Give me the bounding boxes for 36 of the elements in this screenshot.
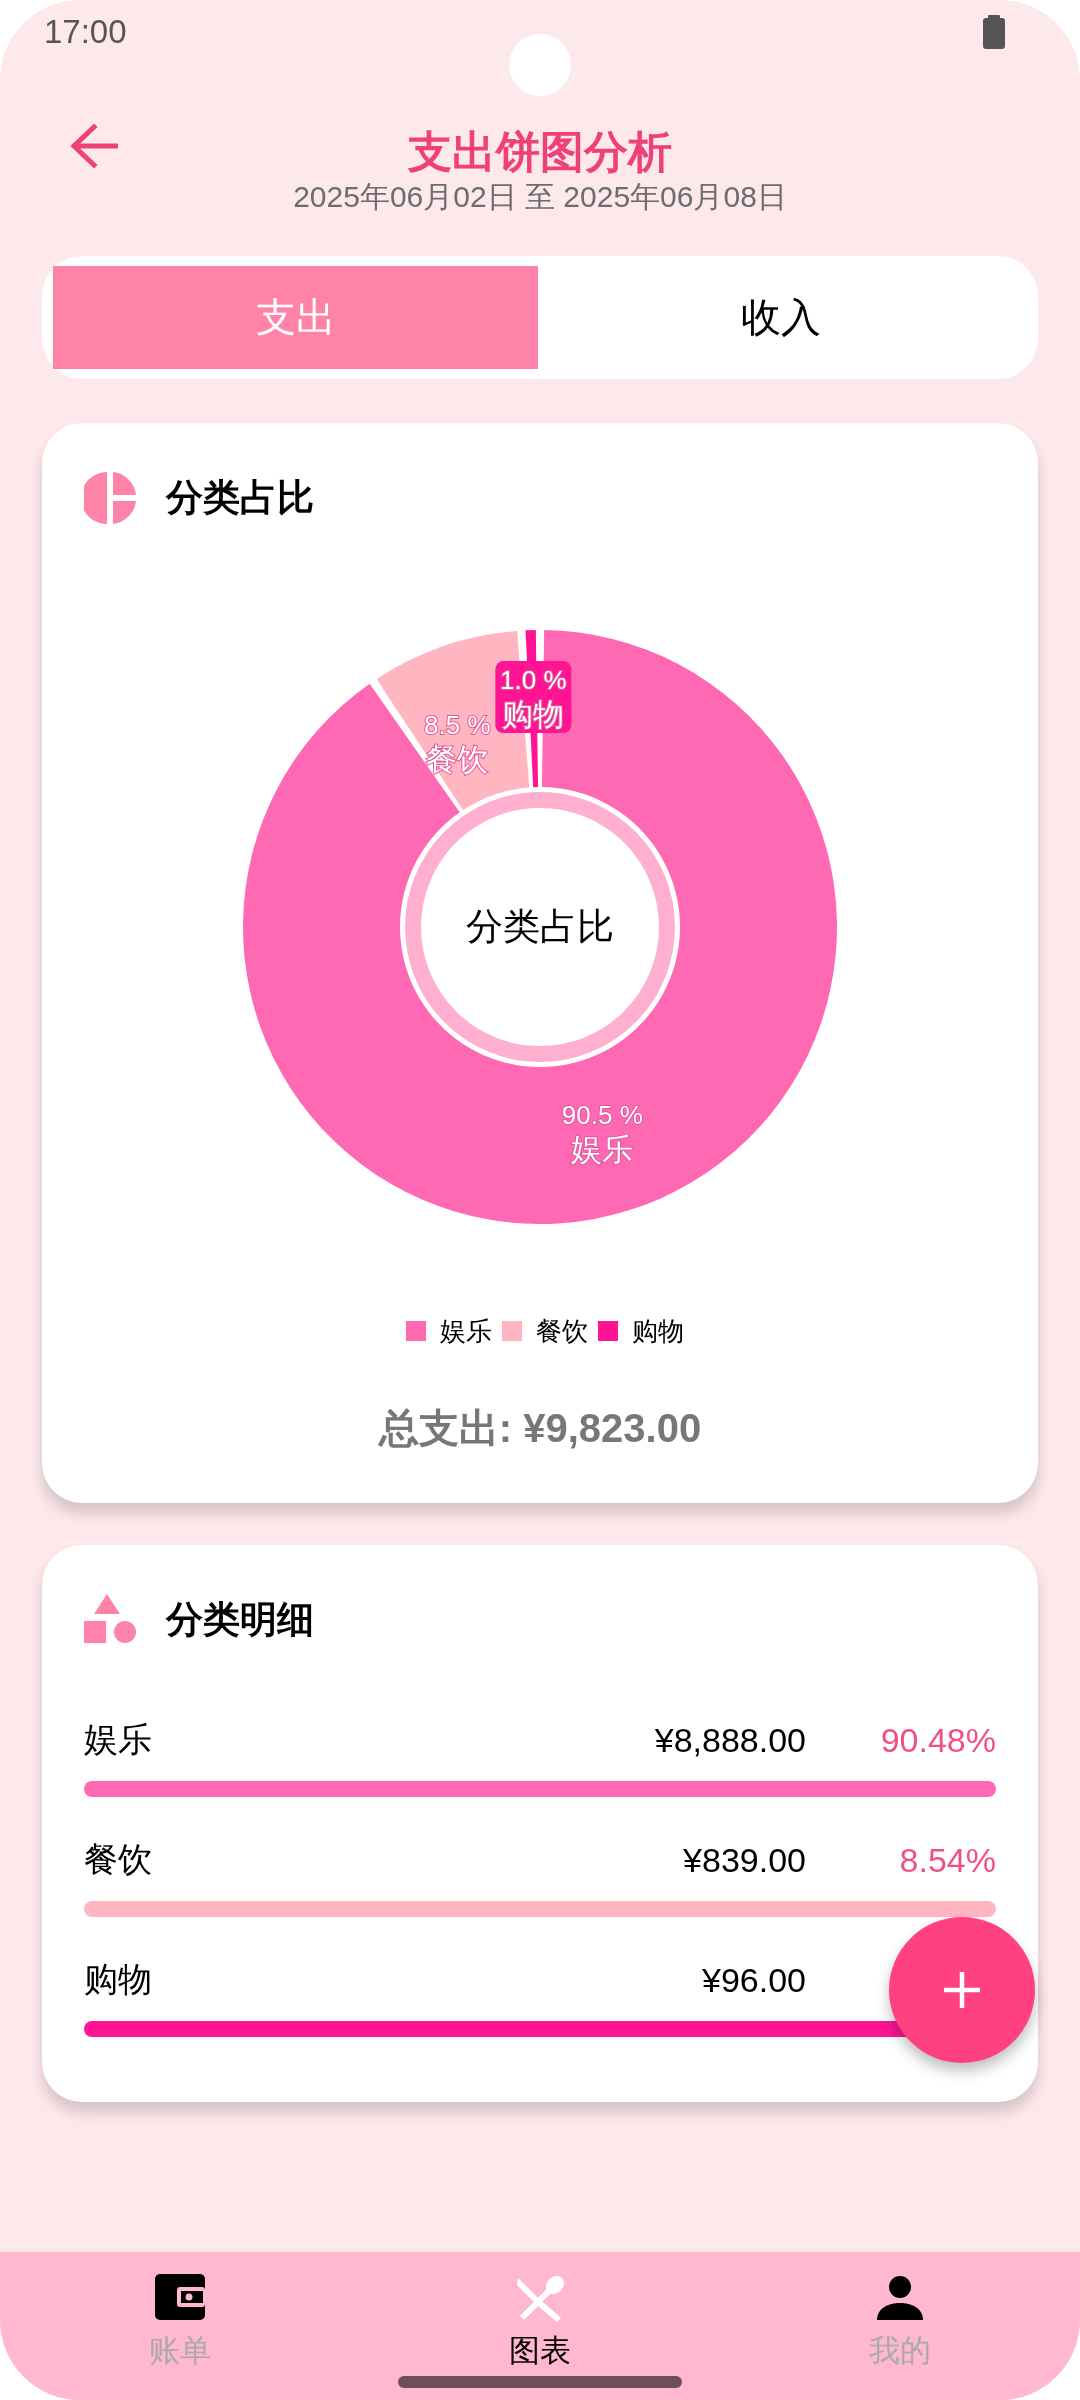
- slice-label: 娱乐: [571, 1130, 634, 1167]
- slice-percent: 8.5 %: [424, 710, 491, 741]
- category-percent: 90.48%: [879, 1720, 996, 1760]
- back-arrow-icon: [70, 124, 118, 168]
- category-percent: 8.54%: [898, 1840, 996, 1880]
- legend-label: 购物: [632, 1314, 684, 1348]
- person-icon: [875, 2274, 925, 2322]
- legend-label: 娱乐: [440, 1314, 492, 1348]
- category-amount: ¥96.00: [702, 1960, 806, 2000]
- nav-tab[interactable]: 我的: [800, 2252, 1000, 2400]
- status-time: 17:00: [44, 13, 127, 51]
- category-amount: ¥8,888.00: [654, 1720, 806, 1760]
- shapes-icon: [84, 1594, 136, 1646]
- nav-tab[interactable]: 图表: [440, 2252, 640, 2400]
- date-range: 2025年06月02日 至 2025年06月08日: [293, 179, 787, 215]
- fork-and-spoon-icon: [515, 2274, 565, 2322]
- legend-label: 餐饮: [536, 1314, 588, 1348]
- pie-chart-icon: [84, 472, 136, 524]
- donut-center-label: 分类占比: [465, 904, 615, 950]
- slice-label: 购物: [502, 696, 565, 733]
- nav-tab[interactable]: 账单: [80, 2252, 280, 2400]
- battery-icon: [983, 15, 1005, 49]
- slice-percent: 1.0 %: [500, 665, 567, 696]
- wallet-icon: [155, 2274, 205, 2322]
- category-name: 购物: [84, 1958, 153, 2001]
- category-name: 娱乐: [84, 1718, 153, 1761]
- total-expense: 总支出: ¥9,823.00: [377, 1405, 703, 1452]
- card-title: 分类明细: [166, 1597, 314, 1643]
- category-name: 餐饮: [84, 1838, 153, 1881]
- category-amount: ¥839.00: [683, 1840, 806, 1880]
- card-title: 分类占比: [166, 475, 314, 521]
- plus-icon: [942, 1970, 982, 2010]
- page-title: 支出饼图分析: [408, 125, 672, 179]
- slice-label: 餐饮: [426, 741, 489, 778]
- tab[interactable]: 支出: [53, 266, 538, 369]
- slice-percent: 90.5 %: [561, 1099, 643, 1130]
